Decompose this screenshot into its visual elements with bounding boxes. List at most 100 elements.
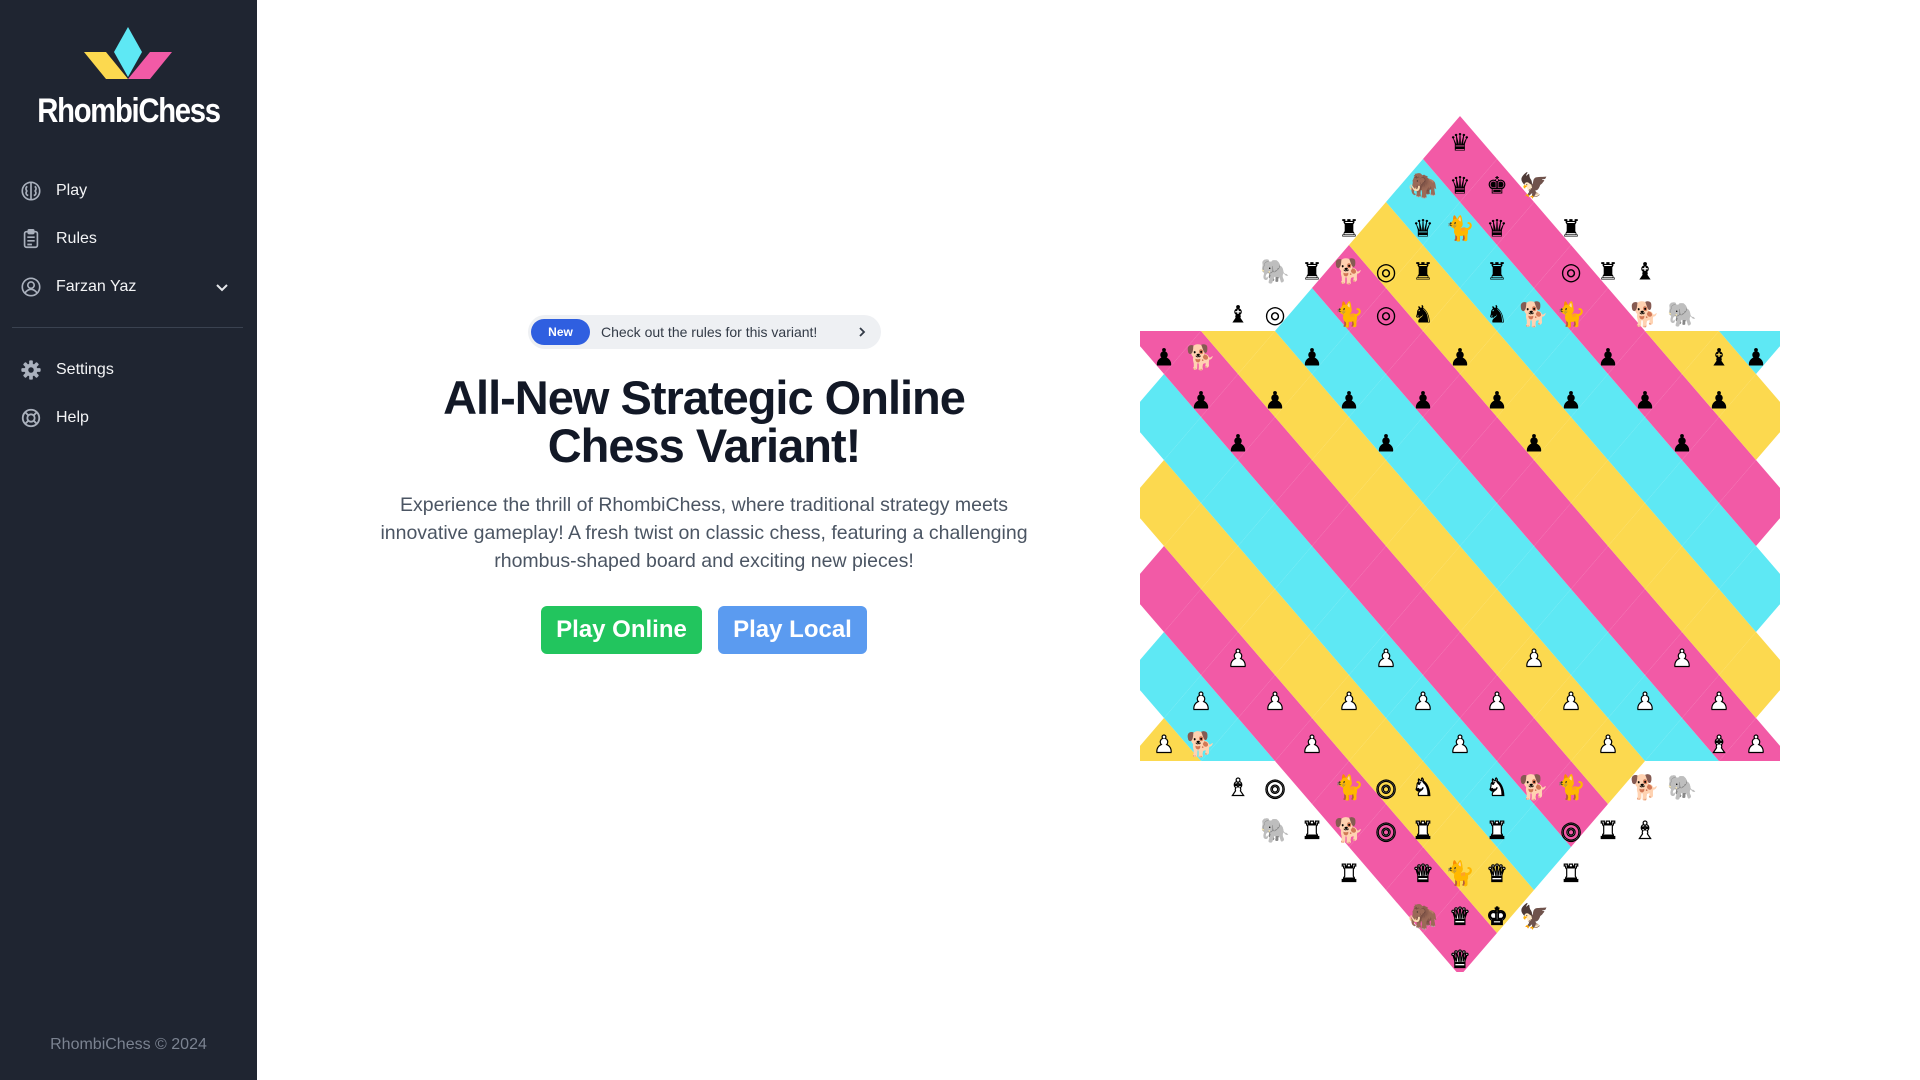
white-pawn-piece[interactable]: ♟ (1301, 730, 1324, 759)
white-twin-piece[interactable]: ♛ (1449, 945, 1472, 972)
white-general-piece[interactable]: ♜ (1412, 816, 1435, 845)
white-cat-piece[interactable]: 🐈 (1333, 773, 1364, 802)
white-pawn-piece[interactable]: ♟ (1523, 644, 1546, 673)
white-twin-piece[interactable]: ♛ (1412, 859, 1435, 888)
white-pawn-piece[interactable]: ♟ (1745, 730, 1768, 759)
black-pawn-piece[interactable]: ♟ (1375, 430, 1397, 458)
white-twin-piece[interactable]: ♛ (1486, 859, 1509, 888)
black-wheel-piece[interactable]: ◎ (1265, 301, 1286, 329)
white-general-piece[interactable]: ♜ (1486, 816, 1509, 845)
black-general-piece[interactable]: ♜ (1486, 258, 1508, 286)
black-cat-piece[interactable]: 🐈 (1556, 301, 1586, 329)
white-wheel-piece[interactable]: ◎ (1264, 773, 1286, 802)
black-general-piece[interactable]: ♜ (1412, 258, 1434, 286)
black-knight-piece[interactable]: ♞ (1412, 301, 1434, 329)
black-twin-piece[interactable]: ♛ (1486, 215, 1508, 243)
white-mammoth-piece[interactable]: 🦣 (1407, 902, 1438, 931)
black-pawn-piece[interactable]: ♟ (1671, 430, 1693, 458)
rhombichess-board[interactable]: ♛🦣 ♛ ♚ 🦅♜ ♛ 🐈 ♛ ♜♜ 🐕 ◎ ♜ ♜ ◎ ♜ ♝🐘♝ ◎ 🐈 ◎ ♞ ♞ 🐕 🐈 🐕 🐘🐕 ♝♟ ♟ ♟ ♟ ♟♟ ♟ ♟ ♟… (1140, 112, 1780, 972)
sidebar-item-play[interactable]: Play (0, 171, 257, 211)
black-pawn-piece[interactable]: ♟ (1338, 387, 1360, 415)
white-pawn-piece[interactable]: ♟ (1375, 644, 1398, 673)
white-elephant-piece[interactable]: 🐘 (1666, 773, 1697, 802)
black-pawn-piece[interactable]: ♟ (1708, 387, 1730, 415)
white-pawn-piece[interactable]: ♟ (1412, 687, 1435, 716)
white-pawn-piece[interactable]: ♟ (1597, 730, 1620, 759)
white-cat-piece[interactable]: 🐈 (1444, 859, 1475, 888)
black-pawn-piece[interactable]: ♟ (1523, 430, 1545, 458)
white-pawn-piece[interactable]: ♟ (1190, 687, 1213, 716)
white-wheel-piece[interactable]: ◎ (1375, 816, 1397, 845)
white-pawn-piece[interactable]: ♟ (1671, 644, 1694, 673)
black-dog-piece[interactable]: 🐕 (1334, 258, 1364, 286)
black-pawn-piece[interactable]: ♟ (1449, 344, 1471, 372)
black-pawn-piece[interactable]: ♟ (1597, 344, 1619, 372)
white-dog-piece[interactable]: 🐕 (1629, 773, 1660, 802)
white-cat-piece[interactable]: 🐈 (1555, 773, 1586, 802)
black-general-piece[interactable]: ♜ (1597, 258, 1619, 286)
white-pawn-piece[interactable]: ♟ (1634, 687, 1657, 716)
white-wheel-piece[interactable]: ◎ (1375, 773, 1397, 802)
black-pawn-piece[interactable]: ♟ (1227, 430, 1249, 458)
black-general-piece[interactable]: ♜ (1301, 258, 1323, 286)
sidebar-item-help[interactable]: Help (0, 398, 257, 438)
black-dog-piece[interactable]: 🐕 (1630, 301, 1660, 329)
white-pawn-piece[interactable]: ♟ (1227, 644, 1250, 673)
black-bishop-piece[interactable]: ♝ (1634, 258, 1656, 286)
black-rook-piece[interactable]: ♜ (1560, 215, 1582, 243)
black-twin-piece[interactable]: ♛ (1412, 215, 1434, 243)
white-eagle-piece[interactable]: 🦅 (1518, 901, 1549, 931)
black-pawn-piece[interactable]: ♟ (1745, 344, 1767, 372)
black-pawn-piece[interactable]: ♟ (1634, 387, 1656, 415)
sidebar-item-rules[interactable]: Rules (0, 219, 257, 259)
black-mammoth-piece[interactable]: 🦣 (1408, 172, 1438, 200)
black-queen-piece[interactable]: ♛ (1449, 172, 1471, 200)
white-pawn-piece[interactable]: ♟ (1153, 730, 1176, 759)
black-pawn-piece[interactable]: ♟ (1412, 387, 1434, 415)
white-bishop-piece[interactable]: ♝ (1708, 730, 1731, 759)
white-rook-piece[interactable]: ♜ (1338, 859, 1361, 888)
white-dog-piece[interactable]: 🐕 (1333, 816, 1364, 845)
black-pawn-piece[interactable]: ♟ (1486, 387, 1508, 415)
play-online-button[interactable]: Play Online (541, 606, 702, 654)
white-pawn-piece[interactable]: ♟ (1264, 687, 1287, 716)
black-cat-piece[interactable]: 🐈 (1445, 215, 1475, 243)
black-king-piece[interactable]: ♚ (1486, 172, 1508, 200)
black-knight-piece[interactable]: ♞ (1486, 301, 1508, 329)
black-eagle-piece[interactable]: 🦅 (1519, 171, 1549, 200)
black-dog-piece[interactable]: 🐕 (1186, 344, 1216, 372)
white-knight-piece[interactable]: ♞ (1486, 773, 1509, 802)
black-pawn-piece[interactable]: ♟ (1264, 387, 1286, 415)
white-wheel-piece[interactable]: ◎ (1560, 816, 1582, 845)
sidebar-item-settings[interactable]: Settings (0, 350, 257, 390)
sidebar-item-user-menu[interactable]: Farzan Yaz (0, 267, 257, 307)
white-general-piece[interactable]: ♜ (1597, 816, 1620, 845)
play-local-button[interactable]: Play Local (718, 606, 867, 654)
white-queen-piece[interactable]: ♛ (1449, 902, 1472, 931)
black-wheel-piece[interactable]: ◎ (1376, 301, 1397, 329)
white-pawn-piece[interactable]: ♟ (1338, 687, 1361, 716)
white-pawn-piece[interactable]: ♟ (1486, 687, 1509, 716)
black-bishop-piece[interactable]: ♝ (1227, 301, 1249, 329)
white-general-piece[interactable]: ♜ (1301, 816, 1324, 845)
white-pawn-piece[interactable]: ♟ (1449, 730, 1472, 759)
white-rook-piece[interactable]: ♜ (1560, 859, 1583, 888)
white-pawn-piece[interactable]: ♟ (1560, 687, 1583, 716)
black-rook-piece[interactable]: ♜ (1338, 215, 1360, 243)
white-bishop-piece[interactable]: ♝ (1634, 816, 1657, 845)
white-knight-piece[interactable]: ♞ (1412, 773, 1435, 802)
black-wheel-piece[interactable]: ◎ (1376, 258, 1397, 286)
black-pawn-piece[interactable]: ♟ (1560, 387, 1582, 415)
black-elephant-piece[interactable]: 🐘 (1260, 258, 1290, 286)
white-pawn-piece[interactable]: ♟ (1708, 687, 1731, 716)
chevron-down-icon[interactable] (214, 279, 230, 295)
black-bishop-piece[interactable]: ♝ (1708, 344, 1730, 372)
black-pawn-piece[interactable]: ♟ (1301, 344, 1323, 372)
black-pawn-piece[interactable]: ♟ (1153, 344, 1175, 372)
white-dog-piece[interactable]: 🐕 (1518, 773, 1549, 802)
black-pawn-piece[interactable]: ♟ (1190, 387, 1212, 415)
white-king-piece[interactable]: ♚ (1486, 902, 1509, 931)
black-elephant-piece[interactable]: 🐘 (1667, 301, 1697, 329)
black-wheel-piece[interactable]: ◎ (1561, 258, 1582, 286)
white-elephant-piece[interactable]: 🐘 (1259, 816, 1290, 845)
